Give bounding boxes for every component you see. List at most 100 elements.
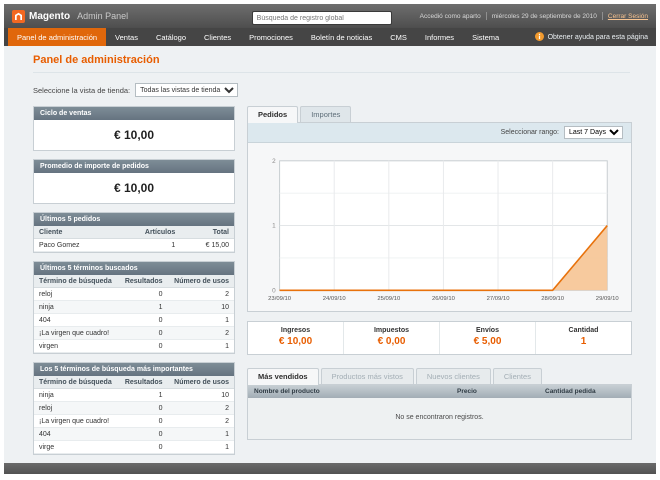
dashboard: Ciclo de ventas € 10,00 Promedio de impo…: [33, 106, 632, 463]
orders-area-chart: 0 1 2 23/09/10 24/09/10 25/09/10 26/09/10 27/09…: [268, 158, 620, 302]
total-cantidad: Cantidad 1: [535, 322, 631, 354]
cell-termino: reloj: [34, 287, 119, 301]
total-ingresos: Ingresos € 10,00: [248, 322, 343, 354]
store-switcher-label: Seleccione la vista de tienda:: [33, 85, 131, 95]
nav-item-sistema[interactable]: Sistema: [463, 28, 508, 46]
table-row[interactable]: ¡La virgen que cuadro! 0 2: [34, 326, 234, 340]
total-label: Cantidad: [568, 327, 599, 334]
lifetime-sales-card: Ciclo de ventas € 10,00: [33, 106, 235, 151]
store-switcher: Seleccione la vista de tienda: Todas las…: [33, 83, 630, 97]
table-header-row: Cliente Artículos Total: [34, 226, 234, 239]
svg-text:26/09/10: 26/09/10: [432, 296, 456, 302]
nav-item-ventas[interactable]: Ventas: [106, 28, 147, 46]
table-row[interactable]: 404 0 1: [34, 427, 234, 441]
last-search-terms-table: Término de búsqueda Resultados Número de…: [34, 275, 234, 353]
admin-frame: Magento Admin Panel Accedió como aparto …: [4, 4, 656, 474]
cell-usos: 2: [167, 401, 234, 415]
total-label: Envíos: [476, 327, 499, 334]
cell-usos: 10: [167, 300, 234, 314]
col-termino: Término de búsqueda: [34, 376, 119, 389]
tab-pedidos[interactable]: Pedidos: [247, 106, 299, 123]
tab-mas-vendidos[interactable]: Más vendidos: [247, 368, 319, 385]
store-switcher-select[interactable]: Todas las vistas de tienda: [135, 83, 239, 97]
cell-termino: ¡La virgen que cuadro!: [34, 326, 119, 340]
help-link[interactable]: Obtener ayuda para esta página: [534, 28, 652, 46]
range-select[interactable]: Last 7 Days: [564, 126, 623, 139]
dashboard-left-column: Ciclo de ventas € 10,00 Promedio de impo…: [33, 106, 235, 463]
svg-text:29/09/10: 29/09/10: [596, 296, 620, 302]
svg-text:1: 1: [272, 223, 276, 230]
page-title: Panel de administración: [33, 54, 160, 66]
tab-nuevos-clientes[interactable]: Nuevos clientes: [415, 368, 491, 384]
footer-bar: [4, 463, 656, 474]
table-row[interactable]: ninja 1 10: [34, 300, 234, 314]
top-header: Magento Admin Panel Accedió como aparto …: [4, 4, 656, 28]
table-row[interactable]: Paco Gomez 1 € 15,00: [34, 238, 234, 252]
nav-item-dashboard[interactable]: Panel de administración: [8, 28, 107, 46]
cell-termino: virgen: [34, 339, 119, 353]
magento-logo-icon: [12, 9, 25, 23]
col-resultados: Resultados: [118, 275, 168, 288]
nav-item-informes[interactable]: Informes: [416, 28, 463, 46]
average-orders-title: Promedio de importe de pedidos: [34, 160, 234, 173]
grids-tabs: Más vendidos Productos más vistos Nuevos…: [247, 368, 632, 385]
top-search-terms-table: Término de búsqueda Resultados Número de…: [34, 376, 234, 454]
chart-panel: Seleccionar rango: Last 7 Days 0 1 2 23/09/…: [247, 122, 632, 312]
top-search-terms-card: Los 5 términos de búsqueda más important…: [33, 362, 235, 455]
table-header-row: Término de búsqueda Resultados Número de…: [34, 376, 234, 389]
cell-resultados: 0: [118, 414, 168, 428]
table-row[interactable]: ninja 1 10: [34, 388, 234, 402]
svg-text:27/09/10: 27/09/10: [487, 296, 511, 302]
cell-termino: ninja: [34, 388, 119, 402]
nav-item-clientes[interactable]: Clientes: [195, 28, 240, 46]
nav-item-promociones[interactable]: Promociones: [240, 28, 302, 46]
content-area: Panel de administración Seleccione la vi…: [4, 46, 656, 463]
separator: [485, 12, 487, 20]
logout-link[interactable]: Cerrar Sesión: [608, 13, 648, 20]
total-value: € 5,00: [473, 336, 502, 347]
cell-cliente: Paco Gomez: [34, 238, 116, 252]
table-row[interactable]: reloj 0 2: [34, 287, 234, 301]
col-usos: Número de usos: [167, 376, 234, 389]
range-bar: Seleccionar rango: Last 7 Days: [248, 123, 631, 143]
nav-item-cms[interactable]: CMS: [381, 28, 416, 46]
help-label: Obtener ayuda para esta página: [547, 33, 648, 41]
diagram-tabs: Pedidos Importes: [247, 106, 632, 123]
table-row[interactable]: 404 0 1: [34, 313, 234, 327]
nav-item-boletin[interactable]: Boletín de noticias: [302, 28, 381, 46]
cell-termino: virge: [34, 440, 119, 454]
screenshot-root: Magento Admin Panel Accedió como aparto …: [0, 0, 660, 480]
cell-termino: ninja: [34, 300, 119, 314]
last-orders-card: Últimos 5 pedidos Cliente Artículos Tota…: [33, 212, 235, 253]
cell-usos: 2: [167, 326, 234, 340]
grid-empty-message: No se encontraron registros.: [248, 398, 631, 439]
cell-total: € 15,00: [180, 238, 234, 252]
page-head: Panel de administración: [33, 54, 630, 73]
total-value: 1: [580, 336, 587, 347]
global-search-input[interactable]: [251, 11, 392, 26]
cell-resultados: 1: [118, 300, 168, 314]
tab-clientes[interactable]: Clientes: [492, 368, 542, 384]
table-row[interactable]: virgen 0 1: [34, 339, 234, 353]
svg-text:24/09/10: 24/09/10: [323, 296, 347, 302]
cell-termino: 404: [34, 313, 119, 327]
cell-resultados: 0: [118, 326, 168, 340]
table-row[interactable]: virge 0 1: [34, 440, 234, 454]
total-envios: Envíos € 5,00: [439, 322, 535, 354]
cell-usos: 2: [167, 414, 234, 428]
col-cantidad-pedida: Cantidad pedida: [545, 388, 596, 395]
chart-wrap: 0 1 2 23/09/10 24/09/10 25/09/10 26/09/10 27/09…: [248, 143, 631, 311]
cell-resultados: 0: [118, 401, 168, 415]
help-icon: [534, 31, 544, 43]
col-articulos: Artículos: [115, 226, 181, 239]
nav-item-catalogo[interactable]: Catálogo: [147, 28, 195, 46]
tab-importes[interactable]: Importes: [300, 106, 352, 122]
current-date: miércoles 29 de septiembre de 2010: [491, 12, 597, 20]
table-row[interactable]: reloj 0 2: [34, 401, 234, 415]
table-row[interactable]: ¡La virgen que cuadro! 0 2: [34, 414, 234, 428]
tab-productos-mas-vistos[interactable]: Productos más vistos: [320, 368, 414, 384]
col-total: Total: [180, 226, 234, 239]
main-nav: Panel de administración Ventas Catálogo …: [4, 28, 656, 46]
global-search: [251, 7, 392, 26]
brand: Magento Admin Panel: [12, 9, 128, 23]
